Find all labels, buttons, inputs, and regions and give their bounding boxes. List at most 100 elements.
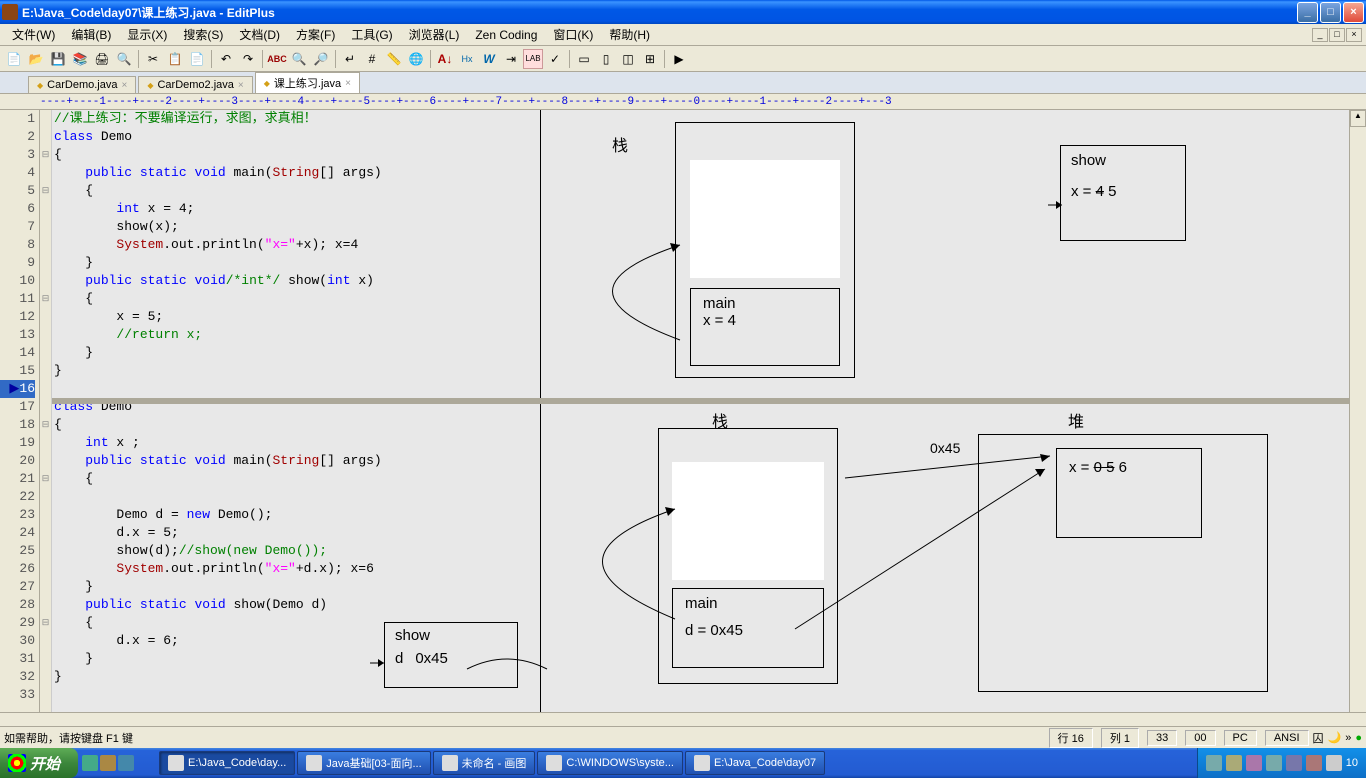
code-line[interactable]: public static void show(Demo d): [54, 596, 1349, 614]
paste-icon[interactable]: 📄: [187, 49, 207, 69]
code-line[interactable]: }: [54, 668, 1349, 686]
code-line[interactable]: {: [54, 290, 1349, 308]
tray-icon[interactable]: [1306, 755, 1322, 771]
code-line[interactable]: {: [54, 146, 1349, 164]
code-line[interactable]: int x ;: [54, 434, 1349, 452]
status-arrow-icon[interactable]: »: [1345, 732, 1351, 744]
menu-item[interactable]: 方案(F): [288, 26, 343, 44]
code-line[interactable]: System.out.println("x="+x); x=4: [54, 236, 1349, 254]
tab-icon[interactable]: ⇥: [501, 49, 521, 69]
font-icon[interactable]: A↓: [435, 49, 455, 69]
tray-icon[interactable]: [1266, 755, 1282, 771]
tray-clock[interactable]: 10: [1346, 757, 1358, 769]
quicklaunch-icon[interactable]: [118, 755, 134, 771]
redo-icon[interactable]: ↷: [238, 49, 258, 69]
status-ime-icon[interactable]: 囚: [1313, 730, 1324, 746]
window3-icon[interactable]: ◫: [618, 49, 638, 69]
code-line[interactable]: }: [54, 650, 1349, 668]
fold-marker[interactable]: ⊟: [40, 470, 51, 488]
window1-icon[interactable]: ▭: [574, 49, 594, 69]
menu-item[interactable]: 工具(G): [343, 26, 400, 44]
copy-icon[interactable]: 📋: [165, 49, 185, 69]
fold-marker[interactable]: ⊟: [40, 146, 51, 164]
check-icon[interactable]: ✓: [545, 49, 565, 69]
fold-marker[interactable]: ⊟: [40, 614, 51, 632]
minimize-button[interactable]: _: [1297, 2, 1318, 23]
code-line[interactable]: d.x = 6;: [54, 632, 1349, 650]
mdi-close[interactable]: ×: [1346, 28, 1362, 42]
tray-icon[interactable]: [1286, 755, 1302, 771]
code-line[interactable]: System.out.println("x="+d.x); x=6: [54, 560, 1349, 578]
scroll-up-icon[interactable]: ▲: [1350, 110, 1366, 127]
menu-item[interactable]: 文件(W): [4, 26, 63, 44]
tray-volume-icon[interactable]: [1326, 755, 1342, 771]
code-line[interactable]: [54, 380, 1349, 398]
mdi-minimize[interactable]: _: [1312, 28, 1328, 42]
menu-item[interactable]: Zen Coding: [467, 26, 545, 44]
vertical-scrollbar[interactable]: ▲: [1349, 110, 1366, 712]
save-icon[interactable]: 💾: [48, 49, 68, 69]
menu-item[interactable]: 编辑(B): [63, 26, 119, 44]
wordwrap-icon[interactable]: ↵: [340, 49, 360, 69]
tray-icon[interactable]: [1206, 755, 1222, 771]
replace-icon[interactable]: 🔎: [311, 49, 331, 69]
maximize-button[interactable]: □: [1320, 2, 1341, 23]
code-line[interactable]: {: [54, 614, 1349, 632]
menu-item[interactable]: 窗口(K): [545, 26, 601, 44]
fold-marker[interactable]: ⊟: [40, 416, 51, 434]
code-line[interactable]: public static void main(String[] args): [54, 164, 1349, 182]
quicklaunch-icon[interactable]: [100, 755, 116, 771]
tray-icon[interactable]: [1226, 755, 1242, 771]
ruler-icon[interactable]: 📏: [384, 49, 404, 69]
close-button[interactable]: ×: [1343, 2, 1364, 23]
taskbar-item[interactable]: Java基础[03-面向...: [297, 751, 430, 775]
new-file-icon[interactable]: 📄: [4, 49, 24, 69]
window2-icon[interactable]: ▯: [596, 49, 616, 69]
code-line[interactable]: show(d);//show(new Demo());: [54, 542, 1349, 560]
tray-icon[interactable]: [1246, 755, 1262, 771]
code-line[interactable]: }: [54, 344, 1349, 362]
undo-icon[interactable]: ↶: [216, 49, 236, 69]
code-line[interactable]: {: [54, 182, 1349, 200]
code-line[interactable]: //return x;: [54, 326, 1349, 344]
mdi-restore[interactable]: □: [1329, 28, 1345, 42]
browser-icon[interactable]: 🌐: [406, 49, 426, 69]
preview-icon[interactable]: 🔍: [114, 49, 134, 69]
code-line[interactable]: show(x);: [54, 218, 1349, 236]
code-line[interactable]: Demo d = new Demo();: [54, 506, 1349, 524]
menu-item[interactable]: 文档(D): [231, 26, 288, 44]
status-moon-icon[interactable]: 🌙: [1328, 731, 1342, 744]
code-line[interactable]: int x = 4;: [54, 200, 1349, 218]
cut-icon[interactable]: ✂: [143, 49, 163, 69]
window4-icon[interactable]: ⊞: [640, 49, 660, 69]
code-line[interactable]: class Demo: [54, 128, 1349, 146]
numbers-icon[interactable]: #: [362, 49, 382, 69]
code-line[interactable]: {: [54, 416, 1349, 434]
save-all-icon[interactable]: 📚: [70, 49, 90, 69]
code-line[interactable]: x = 5;: [54, 308, 1349, 326]
open-file-icon[interactable]: 📂: [26, 49, 46, 69]
tab-close-icon[interactable]: ×: [345, 78, 351, 89]
hex-icon[interactable]: Hx: [457, 49, 477, 69]
code-line[interactable]: d.x = 5;: [54, 524, 1349, 542]
menu-item[interactable]: 显示(X): [119, 26, 175, 44]
print-icon[interactable]: 🖨: [92, 49, 112, 69]
word-icon[interactable]: W: [479, 49, 499, 69]
quicklaunch-icon[interactable]: [82, 755, 98, 771]
menu-item[interactable]: 搜索(S): [175, 26, 231, 44]
code-line[interactable]: {: [54, 470, 1349, 488]
document-tab[interactable]: ◆CarDemo.java×: [28, 76, 136, 93]
tab-close-icon[interactable]: ×: [238, 80, 244, 91]
code-line[interactable]: }: [54, 254, 1349, 272]
spell-icon[interactable]: ABC: [267, 49, 287, 69]
taskbar-item[interactable]: 未命名 - 画图: [433, 751, 536, 775]
document-tab[interactable]: ◆CarDemo2.java×: [138, 76, 252, 93]
code-line[interactable]: [54, 488, 1349, 506]
taskbar-item[interactable]: E:\Java_Code\day...: [159, 751, 295, 775]
code-line[interactable]: [54, 686, 1349, 704]
mark-icon[interactable]: LAB: [523, 49, 543, 69]
tab-close-icon[interactable]: ×: [121, 80, 127, 91]
fold-marker[interactable]: ⊟: [40, 182, 51, 200]
taskbar-item[interactable]: E:\Java_Code\day07: [685, 751, 825, 775]
code-line[interactable]: }: [54, 362, 1349, 380]
